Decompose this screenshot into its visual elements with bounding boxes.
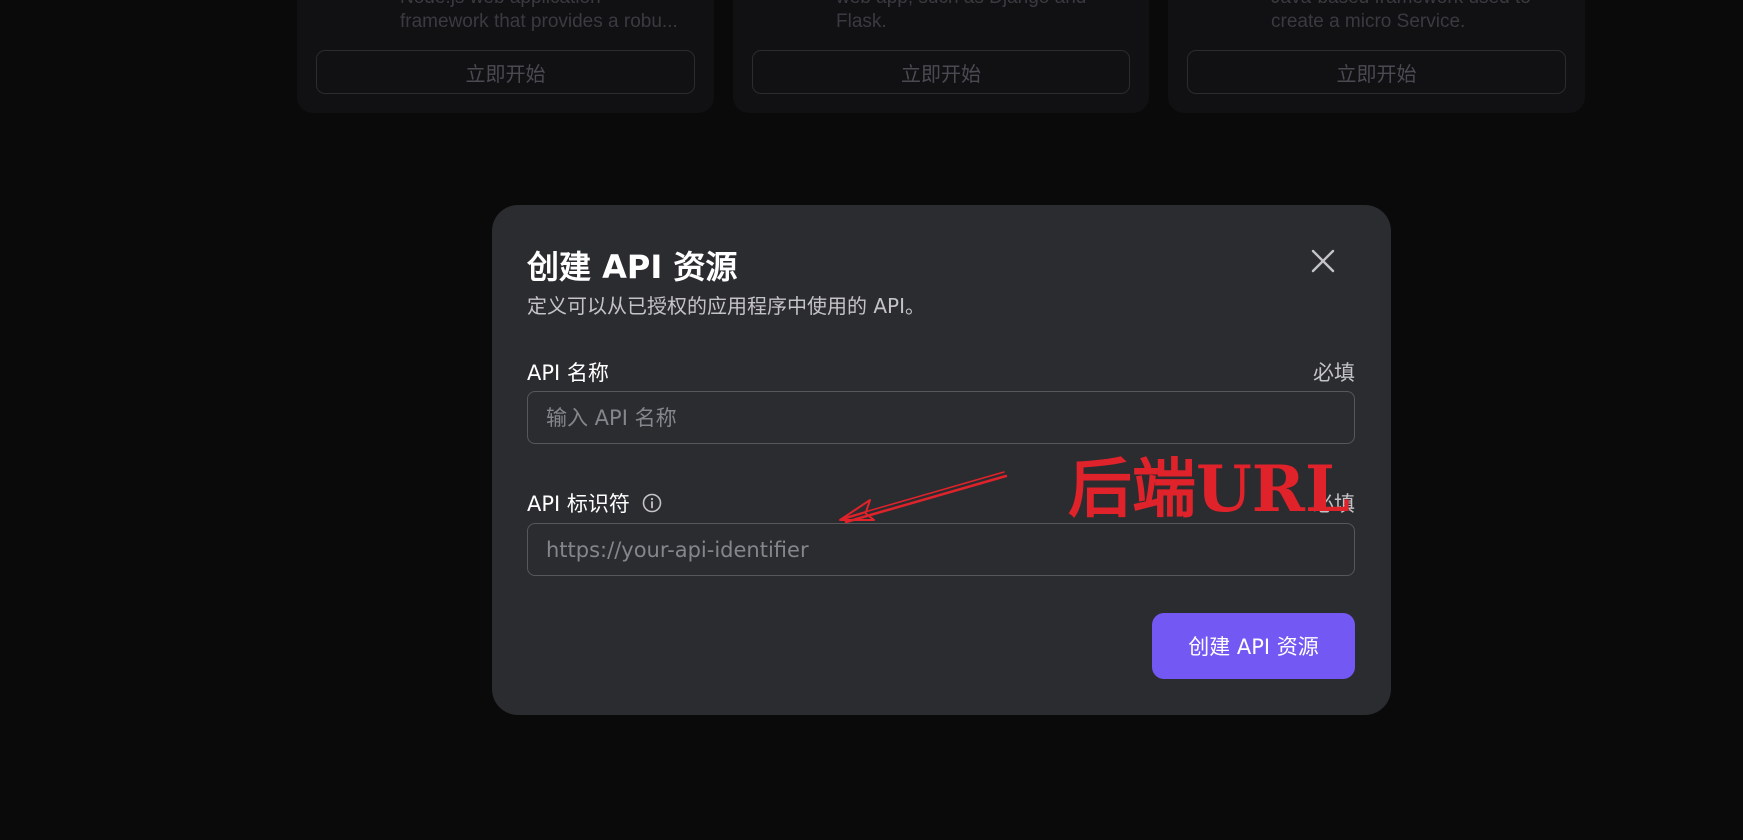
dialog-subtitle: 定义可以从已授权的应用程序中使用的 API。: [527, 294, 925, 318]
get-started-button[interactable]: 立即开始: [752, 50, 1130, 94]
card-description-line: Java-based framework used to: [1271, 0, 1561, 10]
api-name-input[interactable]: [527, 391, 1355, 444]
card-description-line: create a micro Service.: [1271, 11, 1466, 32]
close-icon[interactable]: [1307, 245, 1339, 277]
framework-card-python: web app, such as Django and Flask. 立即开始: [733, 0, 1149, 113]
required-tag: 必填: [1313, 361, 1355, 385]
api-identifier-input[interactable]: [527, 523, 1355, 576]
get-started-button[interactable]: 立即开始: [1187, 50, 1566, 94]
card-description: Node.js web application framework that p…: [400, 0, 690, 34]
create-api-resource-button[interactable]: 创建 API 资源: [1152, 613, 1355, 679]
annotation-arrow-icon: [839, 471, 1008, 524]
framework-card-java: Java-based framework used to create a mi…: [1168, 0, 1585, 113]
card-description-line: Flask.: [836, 11, 887, 32]
card-description-line: framework that provides a robu...: [400, 11, 678, 32]
api-identifier-label-text: API 标识符: [527, 492, 630, 516]
api-name-label-text: API 名称: [527, 361, 609, 385]
annotation-label: 后端URL: [1068, 452, 1350, 527]
dialog-title: 创建 API 资源: [527, 248, 738, 286]
get-started-button[interactable]: 立即开始: [316, 50, 695, 94]
card-description-line: web app, such as Django and: [836, 0, 1126, 10]
card-description: Java-based framework used to create a mi…: [1271, 0, 1561, 34]
api-name-label: API 名称: [527, 357, 609, 387]
api-identifier-label: API 标识符: [527, 488, 663, 518]
card-description: web app, such as Django and Flask.: [836, 0, 1126, 34]
framework-card-nodejs: Node.js web application framework that p…: [297, 0, 714, 113]
info-circle-icon[interactable]: [641, 492, 663, 514]
page: Node.js web application framework that p…: [0, 0, 1743, 840]
card-description-line: Node.js web application: [400, 0, 690, 10]
